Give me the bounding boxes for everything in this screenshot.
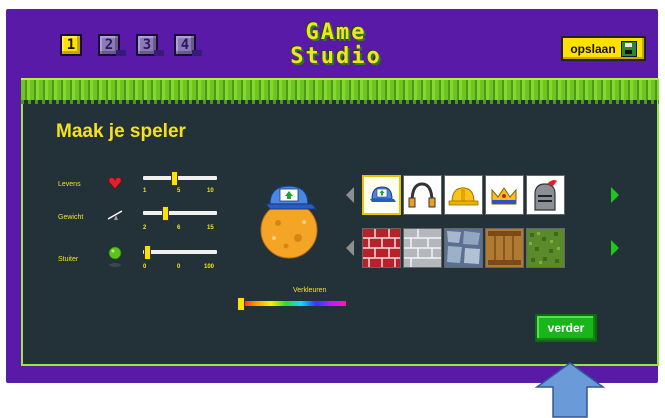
step-connector: [154, 50, 164, 56]
knight-helmet-icon: [534, 180, 557, 211]
wooden-crate-icon: [486, 229, 523, 267]
bodies-next-arrow-icon[interactable]: [611, 240, 619, 256]
recolor-slider-knob[interactable]: [237, 297, 245, 311]
slider-tick-min: 1: [143, 188, 147, 194]
hat-tile-cap[interactable]: [362, 175, 401, 215]
slider-track-levens[interactable]: [143, 176, 217, 180]
pointer-arrow-icon: [535, 362, 605, 418]
character-preview: [260, 185, 318, 259]
slider-tick-value: 0: [177, 264, 181, 270]
game-studio-logo: GAme Studio: [276, 21, 396, 75]
heart-icon: [108, 177, 122, 190]
bouncing-ball-icon: [108, 246, 122, 267]
hat-tile-crown[interactable]: [485, 175, 524, 215]
save-button-label: opslaan: [570, 41, 616, 56]
hats-prev-arrow-icon[interactable]: [346, 187, 354, 203]
step-connector: [116, 50, 126, 56]
save-button[interactable]: opslaan: [561, 36, 646, 61]
slider-tick-value: 6: [177, 225, 181, 231]
crown-icon: [491, 187, 517, 205]
slider-tick-max: 15: [207, 225, 214, 231]
hats-next-arrow-icon[interactable]: [611, 187, 619, 203]
grass-border: [21, 78, 659, 104]
body-tile-grass-block[interactable]: [526, 228, 565, 268]
recolor-label: Verkleuren: [293, 287, 327, 294]
hat-tile-headphones[interactable]: [403, 175, 442, 215]
logo-line-1: GAme: [305, 20, 367, 45]
slider-knob-stuiter[interactable]: [144, 245, 151, 260]
recolor-slider-track[interactable]: [241, 301, 346, 306]
body-tile-wooden-crate[interactable]: [485, 228, 524, 268]
slider-track-stuiter[interactable]: [143, 250, 217, 254]
red-brick-icon: [363, 229, 400, 267]
body-tile-red-brick[interactable]: [362, 228, 401, 268]
slider-tick-max: 10: [207, 188, 214, 194]
body-tile-stone[interactable]: [444, 228, 483, 268]
logo-line-2: Studio: [290, 44, 382, 69]
body-tile-gray-brick[interactable]: [403, 228, 442, 268]
slider-tick-max: 100: [204, 264, 215, 270]
stone-icon: [445, 229, 482, 267]
slider-label-stuiter: Stuiter: [58, 256, 79, 263]
slider-knob-levens[interactable]: [170, 171, 178, 186]
floppy-disk-icon: [620, 40, 637, 57]
cap-icon: [370, 186, 396, 202]
slider-tick-min: 0: [143, 264, 147, 270]
seesaw-icon: [107, 210, 123, 220]
next-button[interactable]: verder: [535, 314, 597, 342]
step-1-button[interactable]: 1: [60, 34, 82, 56]
grass-block-icon: [527, 229, 564, 267]
slider-knob-gewicht[interactable]: [162, 206, 170, 221]
bodies-prev-arrow-icon[interactable]: [346, 240, 354, 256]
step-connector: [192, 50, 202, 56]
gray-brick-icon: [404, 229, 441, 267]
hat-tile-hard-hat[interactable]: [444, 175, 483, 215]
page-title: Maak je speler: [56, 121, 186, 142]
slider-label-levens: Levens: [58, 181, 81, 188]
hard-hat-icon: [448, 187, 479, 206]
slider-label-gewicht: Gewicht: [58, 214, 84, 221]
slider-track-gewicht[interactable]: [143, 211, 217, 215]
hat-tile-knight-helmet[interactable]: [526, 175, 565, 215]
slider-tick-min: 2: [143, 225, 147, 231]
headphones-icon: [408, 182, 436, 208]
slider-tick-value: 5: [177, 188, 181, 194]
